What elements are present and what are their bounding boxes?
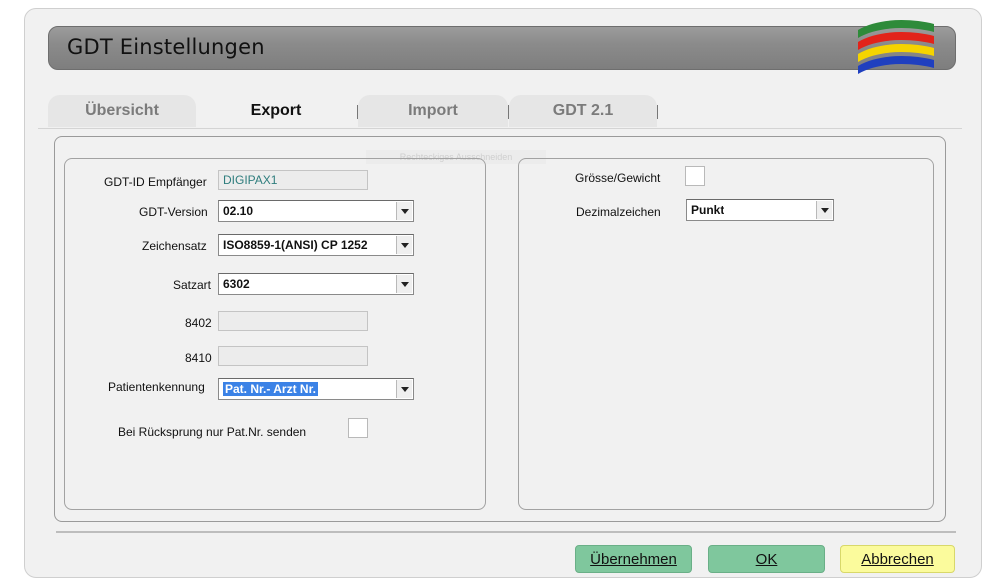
satzart-value: 6302	[223, 277, 250, 291]
patientenkennung-label: Patientenkennung	[108, 380, 205, 394]
gdt-version-value: 02.10	[223, 204, 254, 218]
ok-button[interactable]: OK	[708, 545, 825, 573]
chevron-down-icon[interactable]	[396, 202, 412, 220]
ruecksprung-checkbox[interactable]	[348, 418, 368, 438]
window-title: GDT Einstellungen	[67, 35, 265, 59]
gdt-version-label: GDT-Version	[139, 205, 208, 219]
cancel-button[interactable]: Abbrechen	[840, 545, 955, 573]
chevron-down-icon[interactable]	[396, 380, 412, 398]
gdt-id-label: GDT-ID Empfänger	[104, 175, 207, 189]
tab-bar: Übersicht Export Import GDT 2.1	[48, 95, 948, 129]
title-bar: GDT Einstellungen	[48, 26, 956, 70]
gdt-id-field[interactable]: DIGIPAX1	[218, 170, 368, 190]
chevron-down-icon[interactable]	[396, 275, 412, 293]
field-8402-input[interactable]	[218, 311, 368, 331]
field-8410-input[interactable]	[218, 346, 368, 366]
tab-import[interactable]: Import	[358, 95, 508, 127]
dezimalzeichen-label: Dezimalzeichen	[576, 205, 661, 219]
tab-export[interactable]: Export	[196, 95, 356, 129]
zeichensatz-value: ISO8859-1(ANSI) CP 1252	[223, 238, 368, 252]
groesse-gewicht-label: Grösse/Gewicht	[575, 171, 661, 185]
ruecksprung-label: Bei Rücksprung nur Pat.Nr. senden	[118, 425, 307, 439]
tab-gdt21[interactable]: GDT 2.1	[509, 95, 657, 127]
chevron-down-icon[interactable]	[816, 201, 832, 219]
dezimalzeichen-value: Punkt	[691, 203, 725, 217]
zeichensatz-select[interactable]: ISO8859-1(ANSI) CP 1252	[218, 234, 414, 256]
satzart-label: Satzart	[173, 278, 212, 292]
patientenkennung-value: Pat. Nr.- Arzt Nr.	[223, 382, 318, 396]
chevron-down-icon[interactable]	[396, 236, 412, 254]
apply-button[interactable]: Übernehmen	[575, 545, 692, 573]
divider	[56, 531, 956, 533]
field-8402-label: 8402	[185, 316, 212, 330]
tab-separator	[657, 105, 658, 119]
dezimalzeichen-select[interactable]: Punkt	[686, 199, 834, 221]
field-8410-label: 8410	[185, 351, 212, 365]
tab-uebersicht[interactable]: Übersicht	[48, 95, 196, 127]
app-logo-icon	[858, 20, 934, 74]
satzart-select[interactable]: 6302	[218, 273, 414, 295]
groesse-gewicht-checkbox[interactable]	[685, 166, 705, 186]
patientenkennung-select[interactable]: Pat. Nr.- Arzt Nr.	[218, 378, 414, 400]
zeichensatz-label: Zeichensatz	[142, 239, 207, 253]
gdt-version-select[interactable]: 02.10	[218, 200, 414, 222]
